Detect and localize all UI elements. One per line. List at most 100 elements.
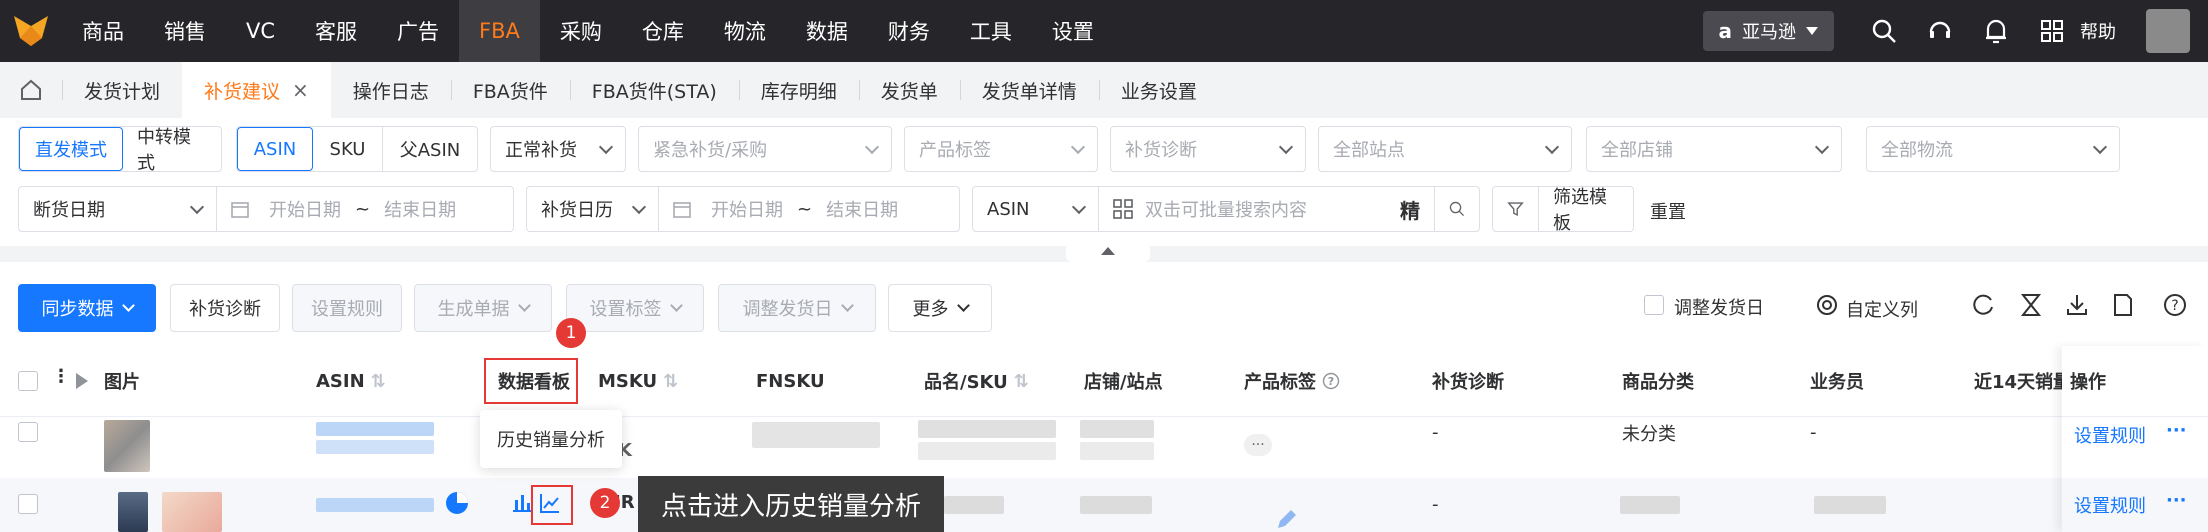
set-rule-link[interactable]: 设置规则 (2074, 422, 2146, 448)
sort-icon[interactable]: ⇅ (663, 371, 678, 392)
transit-mode-button[interactable]: 中转模式 (123, 127, 221, 174)
product-image[interactable] (104, 420, 150, 472)
nav-item-vc[interactable]: VC (226, 0, 295, 62)
adjust-ship-date-button[interactable]: 调整发货日 (718, 284, 876, 332)
help-link[interactable]: 帮助 (2080, 18, 2116, 44)
nav-right: a 亚马逊 帮助 (1702, 0, 2208, 62)
asin-link-blurred[interactable] (316, 498, 434, 512)
column-drag-handle-icon[interactable]: ⋮ (52, 366, 70, 387)
hourglass-icon[interactable] (2016, 290, 2046, 320)
tab-replenish-suggestion[interactable]: 补货建议 × (182, 62, 331, 118)
filter-template-button[interactable]: 筛选模板 (1539, 187, 1633, 234)
replenish-date-range[interactable]: 开始日期 ~ 结束日期 (659, 187, 959, 231)
row-checkbox[interactable] (18, 422, 38, 442)
tab-shipping-order[interactable]: 发货单 (858, 62, 960, 118)
question-icon[interactable]: ? (1322, 372, 1340, 390)
asin-link-blurred[interactable] (316, 422, 434, 436)
close-icon[interactable]: × (292, 78, 309, 102)
tab-fba-shipment-sta[interactable]: FBA货件(STA) (569, 62, 739, 118)
nav-item-service[interactable]: 客服 (295, 0, 377, 62)
apps-grid-icon[interactable] (2024, 0, 2080, 62)
direct-mode-button[interactable]: 直发模式 (19, 127, 123, 171)
custom-columns-button[interactable]: 自定义列 (1846, 296, 1918, 322)
column-header-msku[interactable]: MSKU ⇅ (598, 346, 678, 416)
nav-item-finance[interactable]: 财务 (868, 0, 950, 62)
product-image[interactable] (118, 492, 148, 532)
tab-shipment-plan[interactable]: 发货计划 (62, 62, 182, 118)
exact-match-toggle[interactable]: 精 (1400, 195, 1420, 224)
site-select[interactable]: 全部站点 (1318, 126, 1572, 172)
tab-fba-shipment[interactable]: FBA货件 (450, 62, 570, 118)
sort-icon[interactable]: ⇅ (1014, 371, 1029, 392)
logistics-select[interactable]: 全部物流 (1866, 126, 2120, 172)
asin-link-blurred[interactable] (316, 440, 434, 454)
pie-chart-icon[interactable] (444, 490, 470, 516)
search-field-select[interactable]: ASIN (973, 187, 1099, 231)
reset-button[interactable]: 重置 (1650, 198, 1686, 224)
set-rule-button[interactable]: 设置规则 (292, 284, 402, 332)
download-icon[interactable] (2062, 290, 2092, 320)
asin-button[interactable]: ASIN (237, 127, 313, 171)
more-tags-icon[interactable]: ··· (1244, 434, 1272, 456)
range-separator: ~ (797, 198, 813, 220)
nav-item-tools[interactable]: 工具 (950, 0, 1032, 62)
sort-icon[interactable]: ⇅ (371, 371, 386, 392)
refresh-icon[interactable] (1968, 290, 1998, 320)
bell-icon[interactable] (1968, 0, 2024, 62)
custom-columns-icon[interactable] (1812, 290, 1842, 320)
urgent-select[interactable]: 紧急补货/采购 (638, 126, 892, 172)
generate-doc-button[interactable]: 生成单据 (414, 284, 552, 332)
nav-item-sales[interactable]: 销售 (144, 0, 226, 62)
edit-tag-icon[interactable] (1274, 506, 1300, 532)
avatar[interactable] (2146, 9, 2190, 53)
product-tag-select[interactable]: 产品标签 (904, 126, 1098, 172)
store-select[interactable]: 全部店铺 (1586, 126, 1842, 172)
nav-item-logistics[interactable]: 物流 (704, 0, 786, 62)
row-more-icon[interactable]: ··· (2166, 420, 2187, 441)
logo-icon[interactable] (0, 0, 62, 62)
search-icon[interactable] (1435, 187, 1479, 231)
support-icon[interactable] (1912, 0, 1968, 62)
parent-asin-button[interactable]: 父ASIN (383, 127, 477, 171)
history-sales-tooltip[interactable]: 历史销量分析 (480, 410, 622, 468)
column-header-asin[interactable]: ASIN ⇅ (316, 346, 386, 416)
column-header-name-sku[interactable]: 品名/SKU ⇅ (924, 346, 1029, 416)
nav-item-fba[interactable]: FBA (459, 0, 540, 62)
export-doc-icon[interactable] (2108, 290, 2138, 320)
select-all-checkbox[interactable] (18, 371, 38, 391)
diagnosis-select[interactable]: 补货诊断 (1110, 126, 1306, 172)
tab-shipping-order-detail[interactable]: 发货单详情 (959, 62, 1099, 118)
nav-item-settings[interactable]: 设置 (1032, 0, 1114, 62)
diagnosis-button[interactable]: 补货诊断 (170, 284, 280, 332)
more-button[interactable]: 更多 (888, 284, 992, 332)
nav-item-warehouse[interactable]: 仓库 (622, 0, 704, 62)
stockout-date-range[interactable]: 开始日期 ~ 结束日期 (217, 187, 513, 231)
nav-item-ads[interactable]: 广告 (377, 0, 459, 62)
collapse-filters-toggle[interactable] (1066, 240, 1150, 262)
filter-icon[interactable] (1493, 187, 1539, 231)
date-type-select[interactable]: 断货日期 (19, 187, 217, 231)
search-icon[interactable] (1856, 0, 1912, 62)
product-image[interactable] (162, 492, 222, 532)
nav-item-products[interactable]: 商品 (62, 0, 144, 62)
button-label: 更多 (912, 299, 949, 320)
tab-operation-log[interactable]: 操作日志 (331, 62, 451, 118)
adjust-ship-date-checkbox[interactable] (1644, 295, 1664, 315)
home-icon[interactable] (0, 62, 62, 118)
search-input[interactable]: 双击可批量搜索内容 精 (1099, 187, 1435, 231)
calendar-type-select[interactable]: 补货日历 (527, 187, 659, 231)
help-circle-icon[interactable]: ? (2160, 290, 2190, 320)
sync-data-button[interactable]: 同步数据 (18, 284, 156, 332)
tab-inventory-detail[interactable]: 库存明细 (738, 62, 859, 118)
replenish-type-select[interactable]: 正常补货 (490, 126, 626, 172)
row-more-icon[interactable]: ··· (2166, 490, 2187, 511)
row-checkbox[interactable] (18, 494, 38, 514)
set-tag-button[interactable]: 设置标签 (566, 284, 704, 332)
nav-item-data[interactable]: 数据 (786, 0, 868, 62)
tab-business-settings[interactable]: 业务设置 (1098, 62, 1219, 118)
nav-item-purchase[interactable]: 采购 (540, 0, 622, 62)
sku-button[interactable]: SKU (313, 127, 383, 171)
expand-caret-icon[interactable] (76, 373, 88, 389)
marketplace-select[interactable]: a 亚马逊 (1702, 11, 1834, 51)
set-rule-link[interactable]: 设置规则 (2074, 492, 2146, 518)
